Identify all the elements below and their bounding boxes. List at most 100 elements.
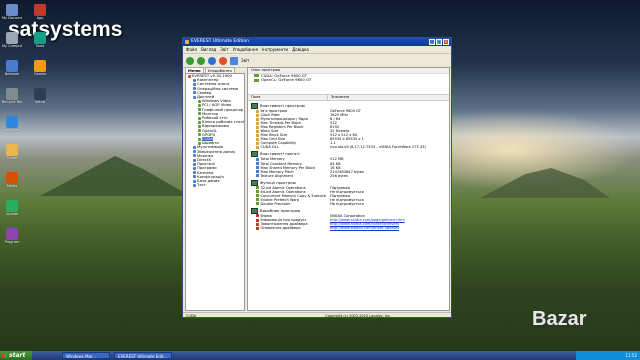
desktop-icon-label: My Computer xyxy=(2,44,22,48)
desktop-icon-label: Tools xyxy=(35,44,45,48)
desktop-icon-label: Media xyxy=(6,184,18,188)
property-value: Не підтримується xyxy=(330,201,364,206)
report-label[interactable]: Звіт xyxy=(241,58,249,63)
start-button[interactable]: start xyxy=(0,351,32,360)
tree-node-icon xyxy=(193,167,196,171)
tree-node-icon xyxy=(198,137,201,141)
desktop-icon[interactable]: Games xyxy=(30,60,50,76)
taskbar-button-everest[interactable]: EVEREST Ultimate Edit... xyxy=(114,352,172,359)
property-row[interactable]: Texture Alignment 256 bytes xyxy=(248,174,449,178)
desktop-icon[interactable]: My Documents xyxy=(2,4,22,20)
program-icon xyxy=(6,116,18,128)
desktop-icon[interactable]: Program xyxy=(2,228,22,244)
tree-node-icon xyxy=(193,171,196,175)
property-list: Властивості пристрою Ім'я пристрою GeForce… xyxy=(248,101,449,230)
desktop-icon[interactable]: Update xyxy=(2,200,22,216)
property-value: nvcuda.dll (8.17.12.7533 - nVIDIA ForceW… xyxy=(330,145,426,150)
app-icon xyxy=(185,40,189,44)
program-icon xyxy=(6,88,18,100)
tree-node-icon xyxy=(193,78,196,82)
desktop-icon[interactable]: App xyxy=(30,4,50,20)
property-link[interactable]: http://www.aida64.com/driver-updates xyxy=(327,226,399,230)
property-field: CUDA DLL xyxy=(248,145,327,149)
desktop-icon-label: Recycle Bin xyxy=(2,100,22,104)
property-row[interactable]: Double Precision Не підтримується xyxy=(248,202,449,206)
report-icon[interactable] xyxy=(230,56,238,65)
tree-node-icon xyxy=(198,99,201,103)
desktop-icon[interactable]: Folder xyxy=(2,144,22,160)
column-value[interactable]: Значення xyxy=(328,95,349,100)
tree-node-icon xyxy=(198,112,201,116)
desktop-icon[interactable]: Network xyxy=(2,60,22,76)
tree-node-icon xyxy=(198,104,201,108)
property-icon xyxy=(256,145,259,149)
forward-icon[interactable] xyxy=(197,56,205,65)
menu-item[interactable]: Інструменти xyxy=(262,46,288,53)
menu-item[interactable]: Файл xyxy=(186,46,197,53)
tree-node-icon xyxy=(193,154,196,158)
tree-node-icon xyxy=(193,150,196,154)
desktop-icon-label: Folder xyxy=(6,156,18,160)
menu-item[interactable]: Довідка xyxy=(292,46,309,53)
tree-item[interactable]: Тест xyxy=(186,183,244,187)
group-title: Функції пристрою xyxy=(260,179,296,185)
toolbar: Звіт xyxy=(183,54,451,68)
tree-node-icon xyxy=(193,91,196,95)
maximize-button[interactable]: □ xyxy=(436,39,442,45)
windows-flag-icon xyxy=(2,353,7,358)
taskbar: start Windows Mar... EVEREST Ultimate Ed… xyxy=(0,351,640,360)
taskbar-button-explorer[interactable]: Windows Mar... xyxy=(62,352,110,359)
program-icon xyxy=(34,88,46,100)
desktop-icon[interactable]: Setup xyxy=(30,88,50,104)
property-field: Texture Alignment xyxy=(248,174,327,178)
tree-item-label: Тест xyxy=(197,182,206,188)
device-label: OpenCL: GeForce 9600 GT xyxy=(261,77,312,83)
property-value: 256 bytes xyxy=(330,173,348,178)
everest-window[interactable]: EVEREST Ultimate Edition _ □ × Файл Вигля… xyxy=(182,37,452,318)
program-icon xyxy=(6,200,18,212)
refresh-icon[interactable] xyxy=(219,56,227,65)
clock[interactable]: 11:52 xyxy=(625,353,637,358)
column-header: Поле Значення xyxy=(248,94,449,101)
back-icon[interactable] xyxy=(186,56,194,65)
device-row[interactable]: OpenCL: GeForce 9600 GT xyxy=(248,77,449,83)
desktop-icon[interactable]: Media xyxy=(2,172,22,188)
property-row[interactable]: CUDA DLL nvcuda.dll (8.17.12.7533 - nVIDI… xyxy=(248,145,449,149)
close-button[interactable]: × xyxy=(443,39,449,45)
desktop-icon[interactable]: Internet xyxy=(2,116,22,132)
property-row[interactable]: Оновлення драйвера http://www.aida64.com/… xyxy=(248,226,449,230)
desktop: { "desktop": { "brand": "satsystems", "w… xyxy=(0,0,640,360)
gpu-icon xyxy=(254,78,259,82)
tree-node-icon xyxy=(193,87,196,91)
property-icon xyxy=(256,174,259,178)
tree-node-icon xyxy=(193,83,196,86)
tree-node-icon xyxy=(193,162,196,166)
program-icon xyxy=(34,60,46,72)
menu-item[interactable]: Звіт xyxy=(220,46,228,53)
tree-node-icon xyxy=(188,74,191,78)
bazar-watermark: Bazar xyxy=(532,308,587,330)
desktop-icon[interactable]: Recycle Bin xyxy=(2,88,22,104)
device-list: CUDA: GeForce 9600 GT OpenCL: GeForce 960… xyxy=(248,73,449,83)
window-title: EVEREST Ultimate Edition xyxy=(191,39,250,44)
property-field: Double Precision xyxy=(248,202,327,206)
start-label: start xyxy=(9,352,26,359)
status-bar: CUDA Copyright (c) 2003-2010 Lavalys, In… xyxy=(183,312,451,319)
status-copyright: Copyright (c) 2003-2010 Lavalys, Inc. xyxy=(325,314,391,318)
column-field[interactable]: Поле xyxy=(248,95,328,100)
minimize-button[interactable]: _ xyxy=(429,39,435,45)
group-title: Властивості пам'яті xyxy=(260,151,300,157)
property-icon xyxy=(256,226,259,230)
property-field: Оновлення драйвера xyxy=(248,226,327,230)
tree-node-icon xyxy=(198,108,201,112)
desktop-icon[interactable]: My Computer xyxy=(2,32,22,48)
navigation-tree[interactable]: EVEREST v5.30.1900 Комп'ютер Системна плат… xyxy=(185,73,245,311)
desktop-icon-label: Games xyxy=(33,72,47,76)
up-icon[interactable] xyxy=(208,56,216,65)
desktop-icon[interactable]: Tools xyxy=(30,32,50,48)
group-title: Властивості пристрою xyxy=(260,102,305,108)
tree-node-icon xyxy=(198,120,201,124)
window-titlebar[interactable]: EVEREST Ultimate Edition _ □ × xyxy=(183,38,451,46)
menu-item[interactable]: Вигляд xyxy=(201,46,216,53)
menu-item[interactable]: Уподобання xyxy=(233,46,258,53)
